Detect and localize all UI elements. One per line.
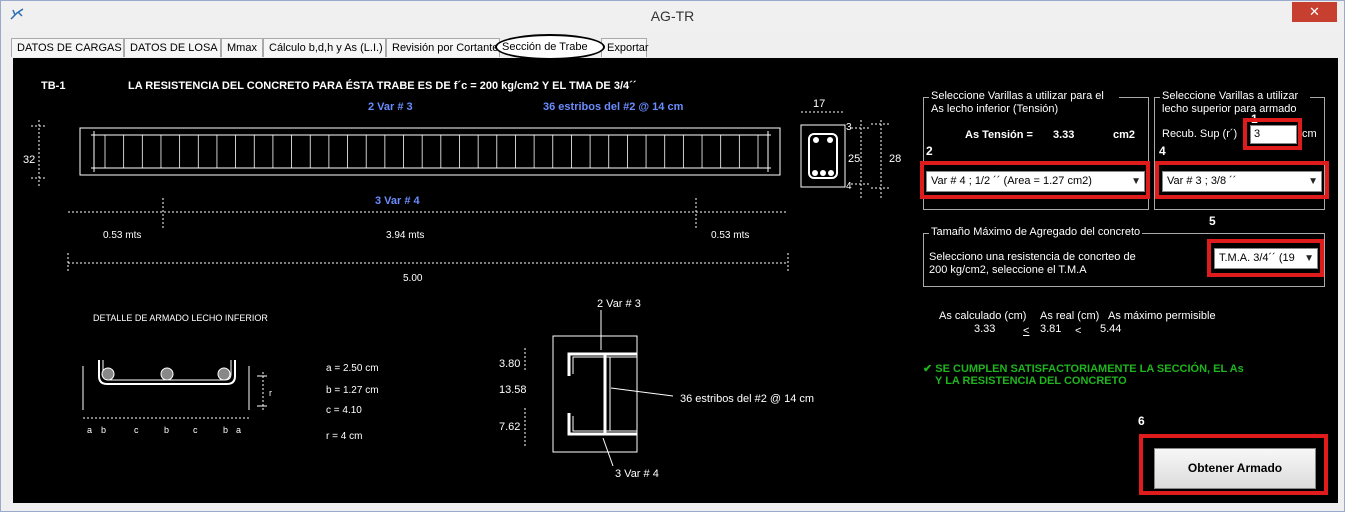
stirrups-label: 36 estribos del #2 @ 14 cm bbox=[543, 101, 684, 113]
beam-id: TB-1 bbox=[41, 80, 66, 92]
detail-a: a = 2.50 cm bbox=[326, 363, 379, 374]
tab-seccion-trabe[interactable]: Sección de Trabe bbox=[495, 34, 605, 60]
detail-dim-b3: b bbox=[223, 425, 229, 435]
as-tension-value: 3.33 bbox=[1053, 129, 1075, 141]
long-top-label: 2 Var # 3 bbox=[597, 298, 641, 310]
as-real-value: 3.81 bbox=[1040, 323, 1062, 335]
cover-unit: cm bbox=[1302, 128, 1317, 140]
success-message-line2: Y LA RESISTENCIA DEL CONCRETO bbox=[935, 375, 1127, 387]
resistance-text: LA RESISTENCIA DEL CONCRETO PARA ÉSTA TR… bbox=[128, 80, 637, 92]
group-tma-label: Tamaño Máximo de Agregado del concreto bbox=[929, 226, 1143, 239]
tab-calculo[interactable]: Cálculo b,d,h y As (L.I.) bbox=[263, 38, 386, 57]
total-length: 5.00 bbox=[403, 273, 423, 284]
as-real-label: As real (cm) bbox=[1040, 310, 1100, 322]
window-title: AG-TR bbox=[650, 8, 695, 24]
tab-datos-cargas[interactable]: DATOS DE CARGAS bbox=[11, 38, 124, 57]
bottom-bar-select[interactable]: Var # 4 ; 1/2 ´´ (Area = 1.27 cm2) ▼ bbox=[926, 171, 1145, 192]
detail-title: DETALLE DE ARMADO LECHO INFERIOR bbox=[93, 313, 268, 323]
mid-length: 3.94 mts bbox=[386, 230, 425, 241]
success-message-line1: ✔ SE CUMPLEN SATISFACTORIAMENTE LA SECCI… bbox=[923, 363, 1244, 375]
bottom-bars-label: 3 Var # 4 bbox=[375, 195, 420, 207]
tab-revision-cortante[interactable]: Revisión por Cortante bbox=[386, 38, 500, 57]
step-2: 2 bbox=[926, 144, 933, 158]
detail-dim-a1: a bbox=[87, 425, 93, 435]
tma-select-value: T.M.A. 3/4´´ (19 bbox=[1219, 252, 1295, 264]
tab-exportar[interactable]: Exportar bbox=[601, 38, 649, 57]
section-top-cover: 3 bbox=[846, 122, 852, 133]
as-tension-unit: cm2 bbox=[1113, 129, 1136, 141]
as-tension-label: As Tensión = bbox=[965, 129, 1033, 141]
seccion-trabe-panel: TB-1 LA RESISTENCIA DEL CONCRETO PARA ÉS… bbox=[13, 58, 1338, 503]
detail-dim-c2: c bbox=[193, 425, 198, 435]
cover-label: Recub. Sup (r´) bbox=[1162, 128, 1238, 140]
right-length: 0.53 mts bbox=[711, 230, 750, 241]
beam-stirrups bbox=[104, 135, 759, 168]
close-button[interactable]: ✕ bbox=[1292, 2, 1337, 22]
tma-text: Selecciono una resistencia de concrteo d… bbox=[929, 251, 1136, 276]
group-bottom-label: Seleccione Varillas a utilizar para el A… bbox=[929, 90, 1119, 116]
section-bottom-cover: 4 bbox=[846, 181, 852, 192]
chevron-down-icon: ▼ bbox=[1131, 176, 1141, 187]
top-bar-select[interactable]: Var # 3 ; 3/8 ´´ ▼ bbox=[1162, 171, 1322, 192]
detail-dim-c1: c bbox=[134, 425, 139, 435]
tab-mmax[interactable]: Mmax bbox=[221, 38, 263, 57]
detail-dim-b1: b bbox=[101, 425, 107, 435]
long-d1: 3.80 bbox=[499, 358, 521, 370]
step-4: 4 bbox=[1159, 144, 1166, 158]
tma-select[interactable]: T.M.A. 3/4´´ (19 ▼ bbox=[1214, 248, 1318, 269]
long-d2: 13.58 bbox=[499, 384, 527, 396]
as-lt-sign: < bbox=[1075, 325, 1082, 337]
tab-datos-losa[interactable]: DATOS DE LOSA bbox=[124, 38, 221, 57]
title-bar: AG-TR ✕ bbox=[1, 1, 1344, 31]
cover-input[interactable]: 3 bbox=[1250, 125, 1297, 144]
detail-dim-b2: b bbox=[164, 425, 170, 435]
as-le-sign: < bbox=[1023, 325, 1030, 337]
step-6: 6 bbox=[1138, 414, 1145, 428]
section-inner-height: 25 bbox=[848, 153, 861, 165]
long-stirrups: 36 estribos del #2 @ 14 cm bbox=[680, 393, 815, 405]
top-bars-label: 2 Var # 3 bbox=[368, 101, 413, 113]
app-window: AG-TR ✕ DATOS DE CARGAS DATOS DE LOSA Mm… bbox=[0, 0, 1345, 512]
bottom-bar-select-value: Var # 4 ; 1/2 ´´ (Area = 1.27 cm2) bbox=[931, 175, 1092, 187]
left-length: 0.53 mts bbox=[103, 230, 142, 241]
long-bottom-label: 3 Var # 4 bbox=[615, 468, 659, 480]
obtener-armado-button[interactable]: Obtener Armado bbox=[1154, 448, 1316, 489]
section-total-height: 28 bbox=[889, 153, 902, 165]
as-max-value: 5.44 bbox=[1100, 323, 1122, 335]
step-5: 5 bbox=[1209, 214, 1216, 228]
as-calc-value: 3.33 bbox=[974, 323, 996, 335]
group-top-label: Seleccione Varillas a utilizar lecho sup… bbox=[1160, 90, 1310, 116]
beam-height: 32 bbox=[23, 154, 36, 166]
detail-dim-a2: a bbox=[236, 425, 242, 435]
detail-r: r = 4 cm bbox=[326, 431, 363, 442]
as-max-label: As máximo permisible bbox=[1108, 310, 1216, 322]
section-width: 17 bbox=[813, 98, 826, 110]
chevron-down-icon: ▼ bbox=[1304, 253, 1314, 264]
top-bar-select-value: Var # 3 ; 3/8 ´´ bbox=[1167, 175, 1237, 187]
long-d3: 7.62 bbox=[499, 421, 521, 433]
as-calc-label: As calculado (cm) bbox=[939, 310, 1027, 322]
chevron-down-icon: ▼ bbox=[1308, 176, 1318, 187]
detail-r-letter: r bbox=[269, 388, 272, 398]
detail-c: c = 4.10 bbox=[326, 405, 362, 416]
detail-b: b = 1.27 cm bbox=[326, 385, 379, 396]
